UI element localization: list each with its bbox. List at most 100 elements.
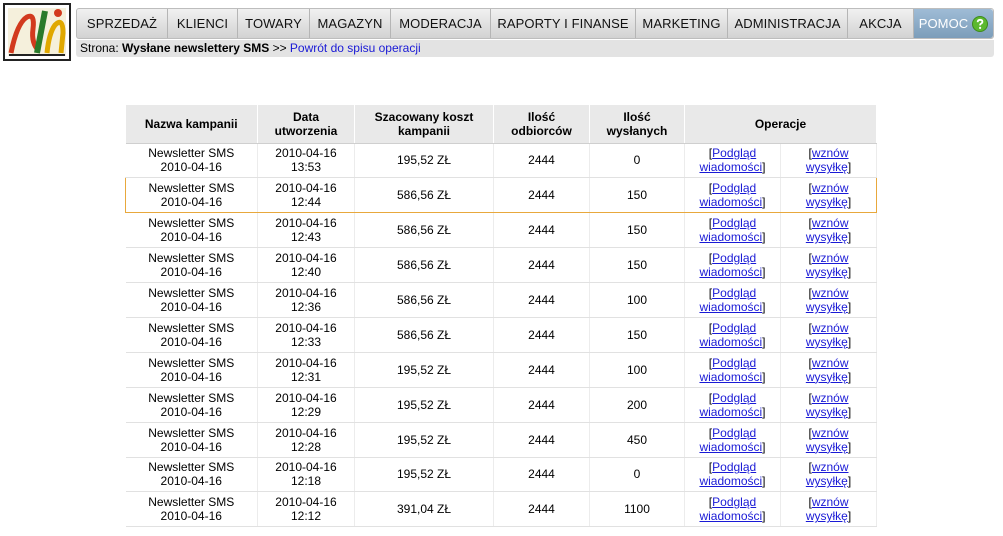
nav-klienci[interactable]: KLIENCI: [168, 9, 238, 38]
table-row: Newsletter SMS 2010-04-16 2010-04-16 12:4…: [125, 247, 877, 284]
preview-message-link[interactable]: Podgląd wiadomości: [699, 216, 762, 244]
preview-message-link[interactable]: Podgląd wiadomości: [699, 426, 762, 454]
nav-towary[interactable]: TOWARY: [238, 9, 310, 38]
cell-cost: 195,52 ZŁ: [354, 387, 494, 423]
cell-sent: 100: [589, 352, 685, 388]
cell-op-resume: [wznów wysyłkę]: [780, 387, 877, 423]
nav-pomoc[interactable]: POMOC: [914, 9, 993, 38]
preview-message-link[interactable]: Podgląd wiadomości: [699, 391, 762, 419]
cell-date: 2010-04-16 13:53: [257, 143, 355, 179]
nav-magazyn[interactable]: MAGAZYN: [310, 9, 391, 38]
cell-name: Newsletter SMS 2010-04-16: [125, 212, 258, 249]
back-to-operations-link[interactable]: Powrót do spisu operacji: [290, 41, 421, 55]
cell-op-resume: [wznów wysyłkę]: [780, 247, 877, 284]
cell-op-preview: [Podgląd wiadomości]: [684, 282, 781, 318]
cell-cost: 195,52 ZŁ: [354, 457, 494, 493]
cell-op-preview: [Podgląd wiadomości]: [684, 247, 781, 284]
cell-op-resume: [wznów wysyłkę]: [780, 491, 877, 528]
cell-sent: 100: [589, 282, 685, 318]
resume-sending-link[interactable]: wznów wysyłkę: [806, 146, 849, 174]
preview-message-link[interactable]: Podgląd wiadomości: [699, 495, 762, 523]
campaigns-table-wrapper: Nazwa kampanii Data utworzenia Szacowany…: [125, 105, 877, 528]
nav-akcja[interactable]: AKCJA: [848, 9, 914, 38]
cell-name: Newsletter SMS 2010-04-16: [125, 317, 258, 353]
cell-date: 2010-04-16 12:28: [257, 422, 355, 458]
table-row: Newsletter SMS 2010-04-16 2010-04-16 12:1…: [125, 457, 877, 493]
campaigns-table: Nazwa kampanii Data utworzenia Szacowany…: [125, 105, 877, 528]
cell-name: Newsletter SMS 2010-04-16: [125, 491, 258, 528]
resume-sending-link[interactable]: wznów wysyłkę: [806, 321, 849, 349]
page-title: Wysłane newslettery SMS: [122, 41, 270, 55]
cell-recipients: 2444: [493, 457, 590, 493]
cell-op-preview: [Podgląd wiadomości]: [684, 212, 781, 249]
cell-op-preview: [Podgląd wiadomości]: [684, 491, 781, 528]
preview-message-link[interactable]: Podgląd wiadomości: [699, 460, 762, 488]
resume-sending-link[interactable]: wznów wysyłkę: [806, 181, 849, 209]
nav-sprzedaz[interactable]: SPRZEDAŻ: [77, 9, 168, 38]
cell-cost: 195,52 ZŁ: [354, 422, 494, 458]
resume-sending-link[interactable]: wznów wysyłkę: [806, 356, 849, 384]
cell-op-preview: [Podgląd wiadomości]: [684, 422, 781, 458]
cell-date: 2010-04-16 12:31: [257, 352, 355, 388]
table-row: Newsletter SMS 2010-04-16 2010-04-16 12:2…: [125, 422, 877, 458]
cell-sent: 450: [589, 422, 685, 458]
cell-op-resume: [wznów wysyłkę]: [780, 317, 877, 353]
cell-op-preview: [Podgląd wiadomości]: [684, 387, 781, 423]
table-row: Newsletter SMS 2010-04-16 2010-04-16 12:4…: [125, 212, 877, 249]
nav-marketing[interactable]: MARKETING: [636, 9, 728, 38]
cell-name: Newsletter SMS 2010-04-16: [125, 457, 258, 493]
cell-recipients: 2444: [493, 422, 590, 458]
cell-sent: 1100: [589, 491, 685, 528]
cell-date: 2010-04-16 12:40: [257, 247, 355, 284]
nav-moderacja[interactable]: MODERACJA: [391, 9, 491, 38]
cell-name: Newsletter SMS 2010-04-16: [125, 177, 258, 214]
cell-date: 2010-04-16 12:33: [257, 317, 355, 353]
table-row: Newsletter SMS 2010-04-16 2010-04-16 12:3…: [125, 282, 877, 318]
cell-recipients: 2444: [493, 352, 590, 388]
cell-op-resume: [wznów wysyłkę]: [780, 352, 877, 388]
preview-message-link[interactable]: Podgląd wiadomości: [699, 286, 762, 314]
resume-sending-link[interactable]: wznów wysyłkę: [806, 391, 849, 419]
resume-sending-link[interactable]: wznów wysyłkę: [806, 251, 849, 279]
resume-sending-link[interactable]: wznów wysyłkę: [806, 460, 849, 488]
cell-op-resume: [wznów wysyłkę]: [780, 177, 877, 214]
cell-name: Newsletter SMS 2010-04-16: [125, 387, 258, 423]
cell-recipients: 2444: [493, 317, 590, 353]
header-name: Nazwa kampanii: [125, 105, 258, 144]
cell-recipients: 2444: [493, 387, 590, 423]
preview-message-link[interactable]: Podgląd wiadomości: [699, 181, 762, 209]
cell-op-resume: [wznów wysyłkę]: [780, 282, 877, 318]
table-row: Newsletter SMS 2010-04-16 2010-04-16 12:4…: [125, 177, 877, 214]
table-row: Newsletter SMS 2010-04-16 2010-04-16 13:5…: [125, 143, 877, 179]
cell-date: 2010-04-16 12:29: [257, 387, 355, 423]
cell-cost: 586,56 ZŁ: [354, 282, 494, 318]
nav-raporty-i-finanse[interactable]: RAPORTY I FINANSE: [491, 9, 636, 38]
cell-date: 2010-04-16 12:18: [257, 457, 355, 493]
cell-sent: 150: [589, 177, 685, 214]
cell-op-preview: [Podgląd wiadomości]: [684, 177, 781, 214]
cell-op-resume: [wznów wysyłkę]: [780, 143, 877, 179]
preview-message-link[interactable]: Podgląd wiadomości: [699, 321, 762, 349]
breadcrumb-separator: >>: [272, 41, 287, 55]
cell-recipients: 2444: [493, 177, 590, 214]
resume-sending-link[interactable]: wznów wysyłkę: [806, 286, 849, 314]
resume-sending-link[interactable]: wznów wysyłkę: [806, 426, 849, 454]
nav-pomoc-label: POMOC: [918, 16, 969, 31]
preview-message-link[interactable]: Podgląd wiadomości: [699, 251, 762, 279]
app-logo[interactable]: [3, 3, 71, 61]
nav-administracja[interactable]: ADMINISTRACJA: [728, 9, 848, 38]
cell-sent: 150: [589, 317, 685, 353]
table-row: Newsletter SMS 2010-04-16 2010-04-16 12:2…: [125, 387, 877, 423]
cell-sent: 0: [589, 143, 685, 179]
resume-sending-link[interactable]: wznów wysyłkę: [806, 216, 849, 244]
preview-message-link[interactable]: Podgląd wiadomości: [699, 356, 762, 384]
table-header-row: Nazwa kampanii Data utworzenia Szacowany…: [125, 105, 877, 144]
cell-cost: 586,56 ZŁ: [354, 212, 494, 249]
preview-message-link[interactable]: Podgląd wiadomości: [699, 146, 762, 174]
header-cost: Szacowany koszt kampanii: [354, 105, 494, 144]
cell-op-resume: [wznów wysyłkę]: [780, 422, 877, 458]
header-operations: Operacje: [684, 105, 877, 144]
cell-op-resume: [wznów wysyłkę]: [780, 212, 877, 249]
cell-name: Newsletter SMS 2010-04-16: [125, 143, 258, 179]
resume-sending-link[interactable]: wznów wysyłkę: [806, 495, 849, 523]
